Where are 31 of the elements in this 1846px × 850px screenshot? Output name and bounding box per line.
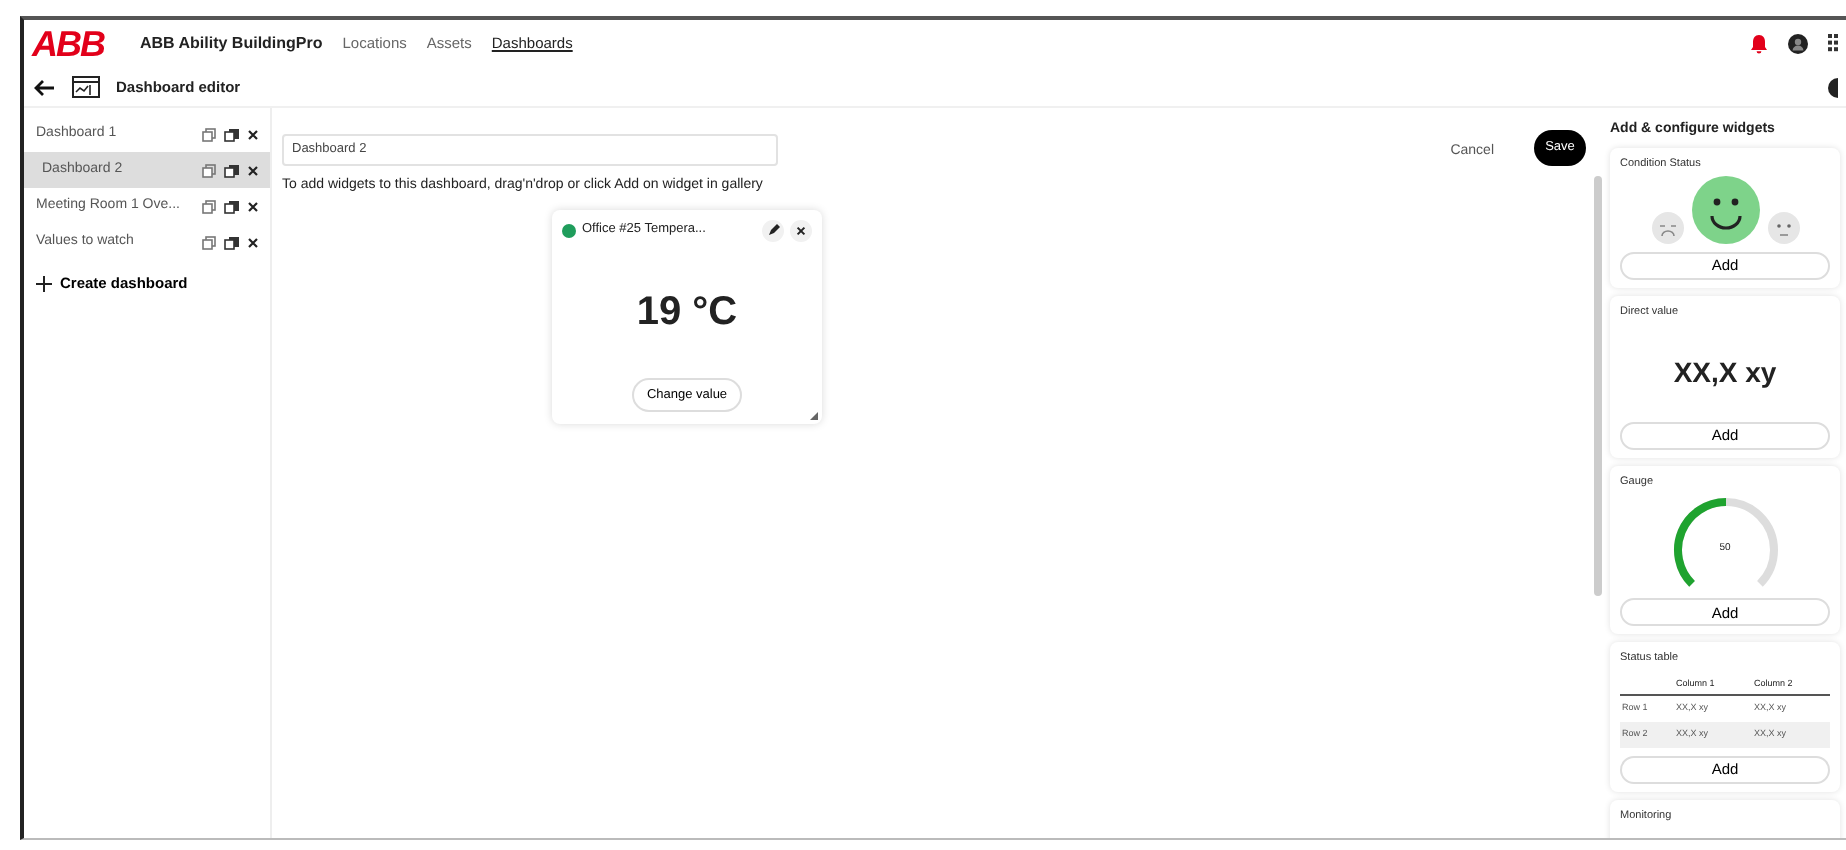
close-icon[interactable] — [248, 237, 258, 247]
widget-value: 19 °C — [636, 287, 738, 337]
copy-icon[interactable] — [224, 127, 240, 141]
logo: ABB — [32, 26, 104, 62]
back-arrow-icon[interactable] — [32, 77, 56, 97]
duplicate-icon[interactable] — [202, 163, 216, 177]
happy-face-icon — [1691, 175, 1759, 244]
avatar[interactable] — [1788, 34, 1808, 54]
duplicate-icon[interactable] — [202, 235, 216, 249]
edit-button[interactable] — [762, 219, 784, 241]
close-icon[interactable] — [248, 129, 258, 139]
bell-icon[interactable] — [1750, 34, 1768, 54]
copy-icon[interactable] — [224, 235, 240, 249]
duplicate-icon[interactable] — [202, 199, 216, 213]
close-icon[interactable] — [248, 201, 258, 211]
sad-face-icon — [1651, 211, 1683, 244]
duplicate-icon[interactable] — [202, 127, 216, 141]
close-icon[interactable] — [248, 165, 258, 175]
neutral-face-icon — [1767, 211, 1799, 244]
close-button[interactable] — [790, 219, 812, 241]
apps-icon[interactable] — [1828, 34, 1838, 54]
copy-icon[interactable] — [224, 163, 240, 177]
app-name: ABB Ability BuildingPro — [140, 32, 323, 56]
resize-handle-icon[interactable] — [810, 411, 818, 419]
scrollbar[interactable] — [1594, 176, 1602, 596]
close-icon — [796, 225, 806, 235]
dashboard-icon — [72, 76, 100, 98]
plus-icon — [36, 275, 52, 292]
pencil-icon — [767, 224, 779, 236]
copy-icon[interactable] — [224, 199, 240, 213]
direct-value: XX,X xy — [1671, 354, 1779, 392]
